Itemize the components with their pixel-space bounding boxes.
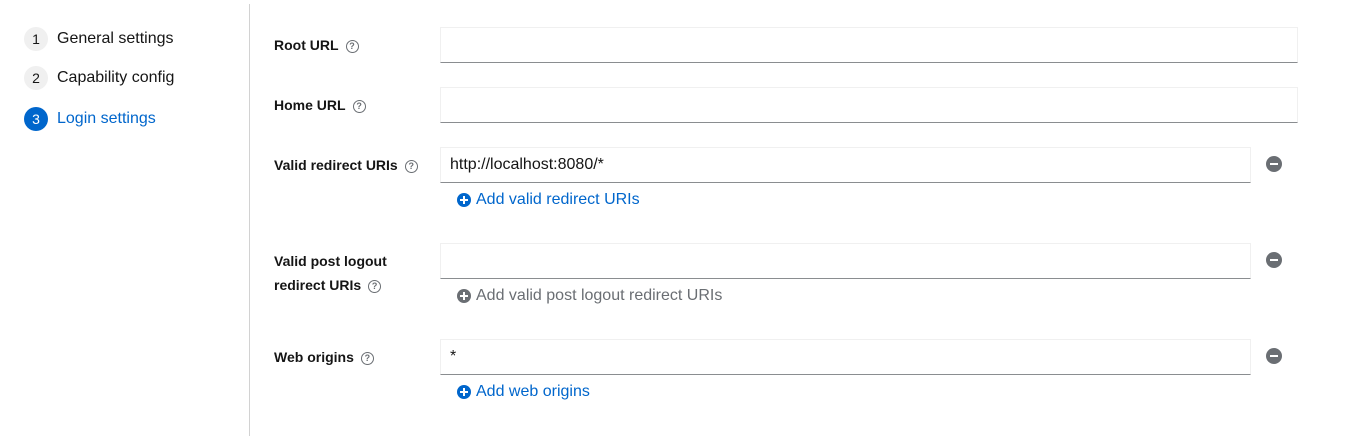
add-web-origins-text: Add web origins [476,383,590,400]
home-url-label-text: Home URL [274,97,346,113]
home-url-input[interactable] [440,87,1298,123]
help-icon[interactable]: ? [404,160,418,173]
valid-post-logout-label-line2: redirect URIs [274,277,362,293]
help-icon[interactable]: ? [352,100,366,113]
step-number: 1 [24,27,48,51]
step-label: Login settings [57,110,156,127]
plus-circle-icon [457,385,471,399]
valid-post-logout-label-2: redirect URIs? [274,273,382,297]
root-url-label: Root URL? [274,33,359,57]
plus-circle-icon [457,193,471,207]
web-origins-label: Web origins? [274,345,374,369]
help-icon[interactable]: ? [345,40,359,53]
add-valid-post-logout-redirect-uris-text: Add valid post logout redirect URIs [476,287,723,304]
help-icon[interactable]: ? [368,280,382,293]
home-url-label: Home URL? [274,93,366,117]
wizard-step-capability-config[interactable]: 2 Capability config [24,66,174,90]
step-number: 3 [24,107,48,131]
valid-post-logout-label-line1: Valid post logout [274,253,387,269]
help-icon[interactable]: ? [360,352,374,365]
wizard-step-general-settings[interactable]: 1 General settings [24,27,174,51]
step-label: Capability config [57,69,175,86]
valid-post-logout-label: Valid post logout [274,249,387,273]
web-origins-label-text: Web origins [274,349,354,365]
valid-redirect-uris-label-text: Valid redirect URIs [274,157,398,173]
minus-circle-icon[interactable] [1266,156,1282,172]
wizard-nav: 1 General settings 2 Capability config 3… [0,0,249,436]
nav-divider [249,4,250,436]
wizard-step-login-settings[interactable]: 3 Login settings [24,107,156,131]
root-url-label-text: Root URL [274,37,339,53]
valid-post-logout-redirect-uri-input[interactable] [440,243,1251,279]
add-valid-redirect-uris-text: Add valid redirect URIs [476,191,640,208]
valid-redirect-uris-label: Valid redirect URIs? [274,153,418,177]
step-label: General settings [57,30,174,47]
minus-circle-icon[interactable] [1266,348,1282,364]
valid-redirect-uri-input[interactable] [440,147,1251,183]
minus-circle-icon[interactable] [1266,252,1282,268]
add-valid-redirect-uris-link[interactable]: Add valid redirect URIs [457,190,640,210]
step-number: 2 [24,66,48,90]
add-valid-post-logout-redirect-uris-link[interactable]: Add valid post logout redirect URIs [457,286,722,306]
plus-circle-icon [457,289,471,303]
root-url-input[interactable] [440,27,1298,63]
add-web-origins-link[interactable]: Add web origins [457,382,590,402]
web-origin-input[interactable] [440,339,1251,375]
